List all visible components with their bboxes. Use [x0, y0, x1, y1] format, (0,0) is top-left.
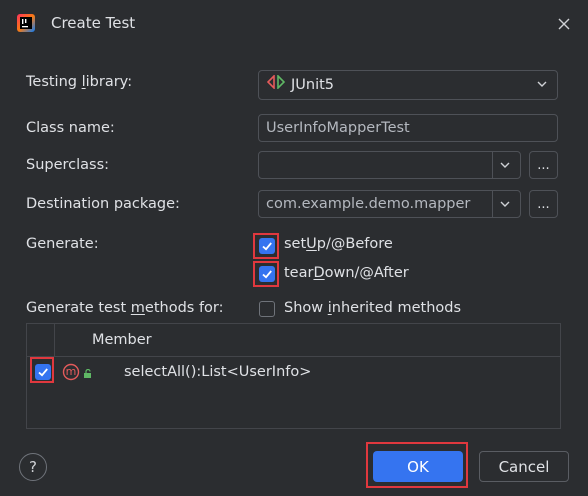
table-row[interactable]: m selectAll():List<UserInfo>	[27, 357, 560, 387]
member-column-header[interactable]: Member	[92, 332, 152, 348]
close-icon[interactable]	[556, 16, 572, 32]
testing-library-label: Testing library:	[26, 74, 133, 90]
superclass-dropdown-divider	[492, 152, 493, 178]
show-inherited-checkbox[interactable]	[259, 301, 275, 317]
class-name-label: Class name:	[26, 120, 115, 136]
testing-library-select[interactable]: JUnit5	[258, 70, 558, 100]
show-inherited-label: Show inherited methods	[284, 300, 462, 316]
chevron-down-icon[interactable]	[499, 198, 511, 214]
teardown-label: tearDown/@After	[284, 265, 409, 281]
help-icon: ?	[29, 458, 37, 476]
public-lock-icon	[83, 367, 93, 383]
checkmark-icon	[262, 242, 272, 251]
table-header-divider-vertical	[54, 324, 55, 356]
superclass-label: Superclass:	[26, 157, 110, 173]
destination-package-input[interactable]: com.example.demo.mapper	[258, 190, 521, 218]
highlight-member-checkbox	[30, 357, 54, 383]
help-button[interactable]: ?	[19, 453, 47, 481]
destination-package-label: Destination package:	[26, 196, 180, 212]
generate-methods-label: Generate test methods for:	[26, 300, 224, 316]
method-icon: m	[62, 363, 80, 381]
app-logo-icon	[17, 14, 35, 32]
members-table: Member m selectAll():List<UserInfo>	[26, 323, 561, 429]
generate-label: Generate:	[26, 236, 99, 252]
chevron-down-icon[interactable]	[499, 159, 511, 175]
setup-checkbox[interactable]	[259, 238, 275, 254]
cancel-button[interactable]: Cancel	[479, 451, 569, 482]
superclass-browse-button[interactable]: ...	[529, 151, 558, 179]
chevron-down-icon	[536, 72, 548, 100]
dialog-title: Create Test	[51, 14, 136, 32]
testing-library-value: JUnit5	[291, 77, 335, 93]
class-name-input[interactable]: UserInfoMapperTest	[258, 114, 558, 142]
member-name: selectAll():List<UserInfo>	[124, 364, 312, 380]
destination-browse-button[interactable]: ...	[529, 190, 558, 218]
destination-package-value: com.example.demo.mapper	[266, 196, 471, 212]
superclass-input[interactable]	[258, 151, 521, 179]
checkmark-icon	[262, 270, 272, 279]
ok-button[interactable]: OK	[373, 451, 463, 482]
setup-label: setUp/@Before	[284, 236, 393, 252]
destination-dropdown-divider	[492, 191, 493, 217]
junit-icon	[266, 71, 286, 99]
teardown-checkbox[interactable]	[259, 266, 275, 282]
